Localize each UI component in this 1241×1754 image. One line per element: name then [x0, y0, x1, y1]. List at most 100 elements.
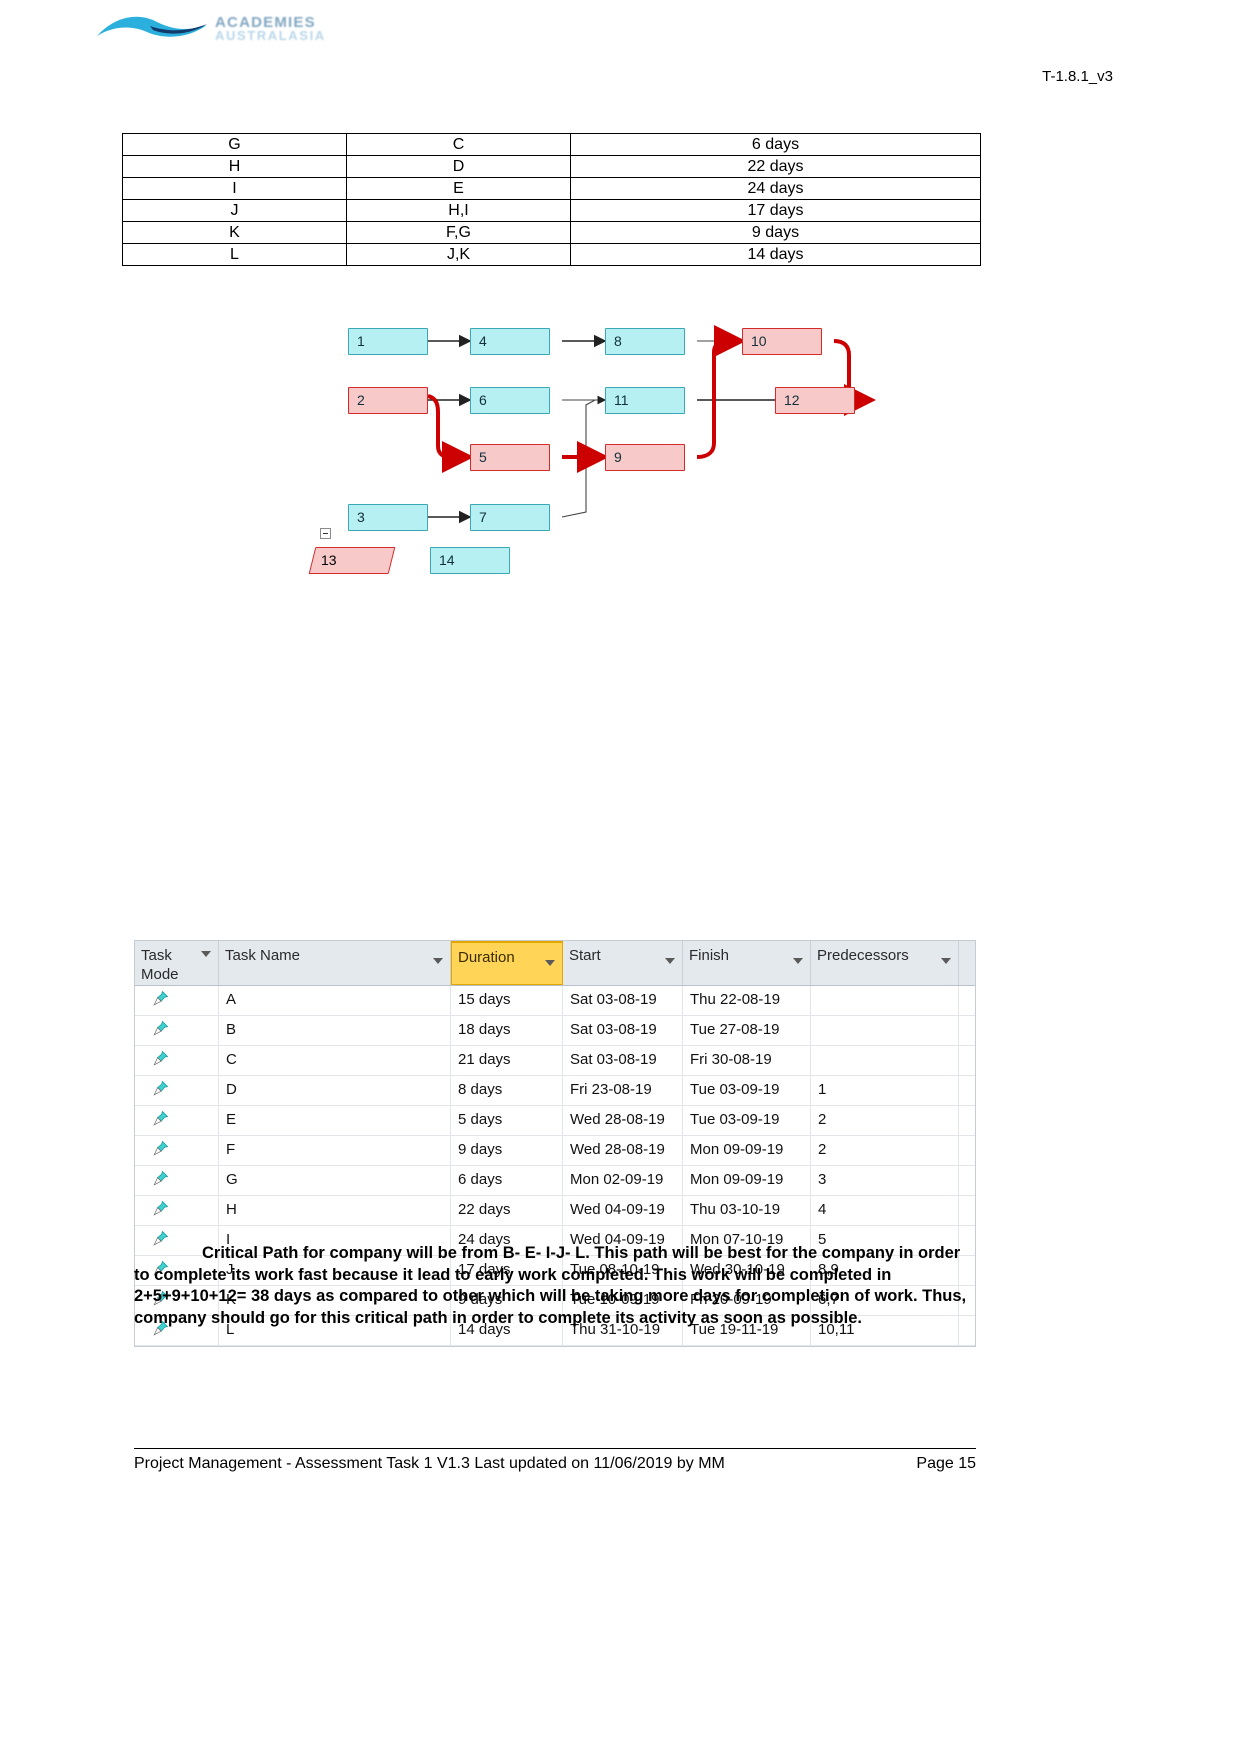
network-node-8[interactable]: 8 — [605, 328, 685, 355]
filter-dropdown-icon[interactable] — [665, 958, 675, 964]
column-header-duration[interactable]: Duration — [451, 941, 563, 985]
cell-predecessors[interactable]: 3 — [811, 1166, 959, 1195]
cell-task-name[interactable]: H — [219, 1196, 451, 1225]
cell-finish[interactable]: Mon 09-09-19 — [683, 1136, 811, 1165]
cell-finish[interactable]: Tue 03-09-19 — [683, 1076, 811, 1105]
column-header-task-mode[interactable]: Task Mode — [135, 941, 219, 985]
pushpin-icon — [153, 1080, 169, 1096]
cell-start[interactable]: Wed 28-08-19 — [563, 1136, 683, 1165]
collapse-toggle-icon[interactable] — [320, 528, 331, 539]
network-node-13[interactable]: 13 — [308, 547, 396, 574]
network-node-14[interactable]: 14 — [430, 547, 510, 574]
cell-duration[interactable]: 21 days — [451, 1046, 563, 1075]
table-row[interactable]: F9 days Wed 28-08-19 Mon 09-09-19 2 — [135, 1136, 975, 1166]
column-header-label: Task Mode — [141, 947, 179, 983]
cell-finish[interactable]: Thu 03-10-19 — [683, 1196, 811, 1225]
duration-cell: 14 days — [570, 243, 981, 266]
cell-finish[interactable]: Tue 27-08-19 — [683, 1016, 811, 1045]
table-row: H D 22 days — [122, 155, 981, 178]
cell-start[interactable]: Sat 03-08-19 — [563, 1046, 683, 1075]
filter-dropdown-icon[interactable] — [545, 960, 555, 966]
cell-start[interactable]: Wed 04-09-19 — [563, 1196, 683, 1225]
table-row[interactable]: D8 days Fri 23-08-19 Tue 03-09-19 1 — [135, 1076, 975, 1106]
filter-dropdown-icon[interactable] — [433, 958, 443, 964]
cell-duration[interactable]: 5 days — [451, 1106, 563, 1135]
column-header-start[interactable]: Start — [563, 941, 683, 985]
table-row[interactable]: C 21 days Sat 03-08-19 Fri 30-08-19 — [135, 1046, 975, 1076]
cell-duration[interactable]: 18 days — [451, 1016, 563, 1045]
analysis-paragraph: Critical Path for company will be from B… — [134, 1244, 967, 1327]
cell-start[interactable]: Wed 28-08-19 — [563, 1106, 683, 1135]
cell-predecessors[interactable]: 4 — [811, 1196, 959, 1225]
cell-duration[interactable]: 9 days — [451, 1136, 563, 1165]
logo-wordmark: ACADEMIES AUSTRALASIA — [215, 15, 415, 46]
network-node-label: 9 — [614, 449, 622, 465]
cell-duration[interactable]: 22 days — [451, 1196, 563, 1225]
cell-task-mode[interactable] — [135, 1196, 219, 1225]
cell-task-mode[interactable] — [135, 1016, 219, 1045]
network-node-7[interactable]: 7 — [470, 504, 550, 531]
cell-task-name[interactable]: F — [219, 1136, 451, 1165]
cell-predecessors[interactable] — [811, 1016, 959, 1045]
network-node-label: 11 — [614, 392, 629, 408]
cell-start[interactable]: Mon 02-09-19 — [563, 1166, 683, 1195]
cell-predecessors[interactable] — [811, 986, 959, 1015]
logo-line-2: AUSTRALASIA — [215, 28, 326, 43]
column-header-overflow[interactable] — [959, 941, 975, 985]
cell-start[interactable]: Sat 03-08-19 — [563, 1016, 683, 1045]
cell-task-mode[interactable] — [135, 1166, 219, 1195]
table-row[interactable]: B 18 days Sat 03-08-19 Tue 27-08-19 — [135, 1016, 975, 1046]
cell-predecessors[interactable] — [811, 1046, 959, 1075]
cell-duration[interactable]: 8 days — [451, 1076, 563, 1105]
network-node-5[interactable]: 5 — [470, 444, 550, 471]
cell-predecessors[interactable]: 2 — [811, 1136, 959, 1165]
network-node-6[interactable]: 6 — [470, 387, 550, 414]
cell-finish[interactable]: Tue 03-09-19 — [683, 1106, 811, 1135]
network-node-label: 13 — [321, 552, 337, 568]
cell-start[interactable]: Sat 03-08-19 — [563, 986, 683, 1015]
cell-task-mode[interactable] — [135, 1136, 219, 1165]
cell-task-name[interactable]: D — [219, 1076, 451, 1105]
cell-predecessors[interactable]: 2 — [811, 1106, 959, 1135]
footer-page-number: Page 15 — [916, 1455, 976, 1472]
cell-start[interactable]: Fri 23-08-19 — [563, 1076, 683, 1105]
cell-task-name[interactable]: A — [219, 986, 451, 1015]
cell-task-mode[interactable] — [135, 1106, 219, 1135]
table-row[interactable]: H 22 days Wed 04-09-19 Thu 03-10-19 4 — [135, 1196, 975, 1226]
pushpin-icon — [153, 1050, 169, 1066]
filter-dropdown-icon[interactable] — [941, 958, 951, 964]
network-node-4[interactable]: 4 — [470, 328, 550, 355]
cell-overflow — [959, 1016, 975, 1045]
table-row[interactable]: A 15 days Sat 03-08-19 Thu 22-08-19 — [135, 986, 975, 1016]
table-row[interactable]: G6 days Mon 02-09-19 Mon 09-09-19 3 — [135, 1166, 975, 1196]
filter-dropdown-icon[interactable] — [793, 958, 803, 964]
network-node-2[interactable]: 2 — [348, 387, 428, 414]
cell-task-mode[interactable] — [135, 1076, 219, 1105]
cell-finish[interactable]: Thu 22-08-19 — [683, 986, 811, 1015]
network-node-12[interactable]: 12 — [775, 387, 855, 414]
cell-overflow — [959, 986, 975, 1015]
network-node-3[interactable]: 3 — [348, 504, 428, 531]
cell-task-name[interactable]: E — [219, 1106, 451, 1135]
cell-task-name[interactable]: C — [219, 1046, 451, 1075]
column-header-task-name[interactable]: Task Name — [219, 941, 451, 985]
cell-task-mode[interactable] — [135, 1046, 219, 1075]
cell-task-mode[interactable] — [135, 986, 219, 1015]
table-row[interactable]: E5 days Wed 28-08-19 Tue 03-09-19 2 — [135, 1106, 975, 1136]
cell-task-name[interactable]: B — [219, 1016, 451, 1045]
cell-duration[interactable]: 15 days — [451, 986, 563, 1015]
filter-dropdown-icon[interactable] — [201, 951, 211, 957]
network-node-9[interactable]: 9 — [605, 444, 685, 471]
network-node-1[interactable]: 1 — [348, 328, 428, 355]
cell-finish[interactable]: Mon 09-09-19 — [683, 1166, 811, 1195]
cell-finish[interactable]: Fri 30-08-19 — [683, 1046, 811, 1075]
cell-duration[interactable]: 6 days — [451, 1166, 563, 1195]
network-node-10[interactable]: 10 — [742, 328, 822, 355]
cell-overflow — [959, 1076, 975, 1105]
network-node-11[interactable]: 11 — [605, 387, 685, 414]
cell-predecessors[interactable]: 1 — [811, 1076, 959, 1105]
predecessor-cell: F,G — [346, 221, 571, 244]
column-header-predecessors[interactable]: Predecessors — [811, 941, 959, 985]
column-header-finish[interactable]: Finish — [683, 941, 811, 985]
cell-task-name[interactable]: G — [219, 1166, 451, 1195]
